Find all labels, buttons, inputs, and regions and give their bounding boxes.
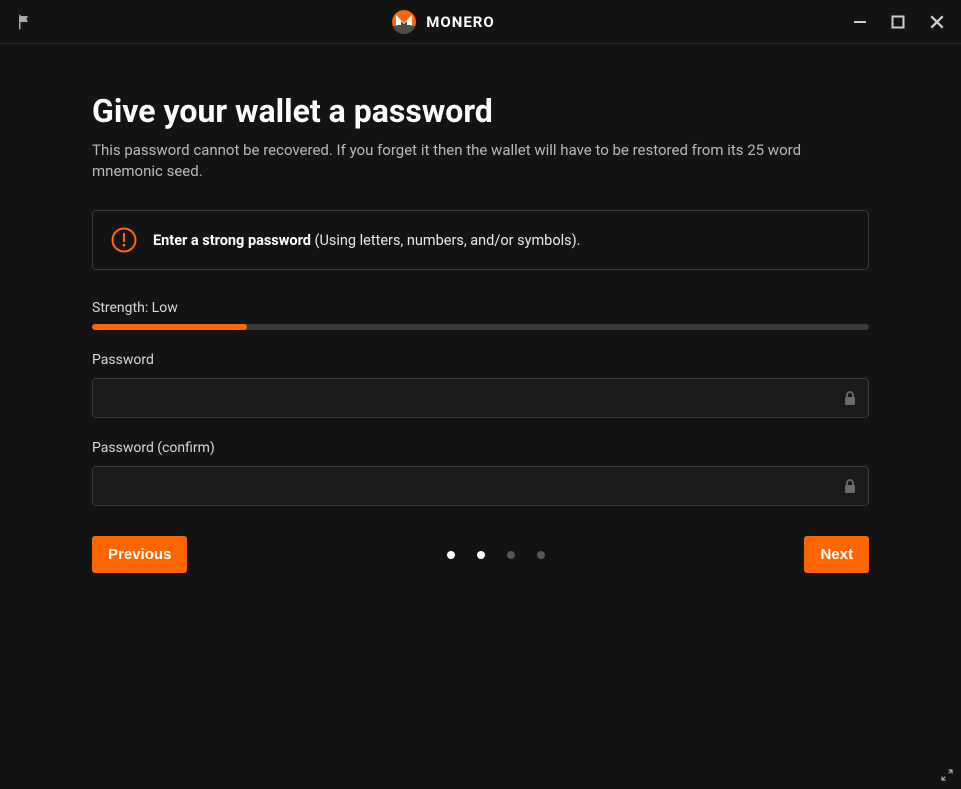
window-controls [853, 14, 945, 30]
page-subtitle: This password cannot be recovered. If yo… [92, 140, 869, 182]
brand-name: MONERO [426, 13, 494, 31]
maximize-icon [891, 15, 905, 29]
warning-icon [111, 227, 137, 253]
minimize-button[interactable] [853, 15, 867, 29]
previous-button[interactable]: Previous [92, 536, 187, 573]
password-confirm-input[interactable] [92, 466, 869, 506]
close-button[interactable] [929, 14, 945, 30]
lock-icon [843, 390, 857, 406]
strength-bar-fill [92, 324, 247, 330]
close-icon [929, 14, 945, 30]
password-hint-text: Enter a strong password (Using letters, … [153, 232, 580, 249]
step-dots [447, 551, 545, 559]
step-dot-2 [477, 551, 485, 559]
step-dot-4 [537, 551, 545, 559]
wizard-content: Give your wallet a password This passwor… [0, 44, 961, 573]
step-dot-1 [447, 551, 455, 559]
strength-bar [92, 324, 869, 330]
password-confirm-label: Password (confirm) [92, 440, 869, 456]
monero-logo-icon [392, 10, 416, 34]
password-hint-box: Enter a strong password (Using letters, … [92, 210, 869, 270]
language-flag-button[interactable] [16, 13, 34, 31]
password-label: Password [92, 352, 869, 368]
step-dot-3 [507, 551, 515, 559]
titlebar-left [16, 13, 34, 31]
password-hint-bold: Enter a strong password [153, 232, 311, 249]
maximize-button[interactable] [891, 15, 905, 29]
password-confirm-input-wrap [92, 466, 869, 506]
lock-icon [843, 478, 857, 494]
flag-icon [16, 13, 34, 31]
strength-label: Strength: Low [92, 300, 869, 316]
password-hint-rest: (Using letters, numbers, and/or symbols)… [311, 232, 581, 249]
titlebar-center: MONERO [392, 10, 494, 34]
page-title: Give your wallet a password [92, 92, 869, 130]
resize-grip-icon[interactable] [939, 767, 955, 783]
password-input[interactable] [92, 378, 869, 418]
next-button[interactable]: Next [804, 536, 869, 573]
password-input-wrap [92, 378, 869, 418]
titlebar: MONERO [0, 0, 961, 44]
minimize-icon [853, 15, 867, 29]
wizard-nav: Previous Next [92, 536, 869, 573]
